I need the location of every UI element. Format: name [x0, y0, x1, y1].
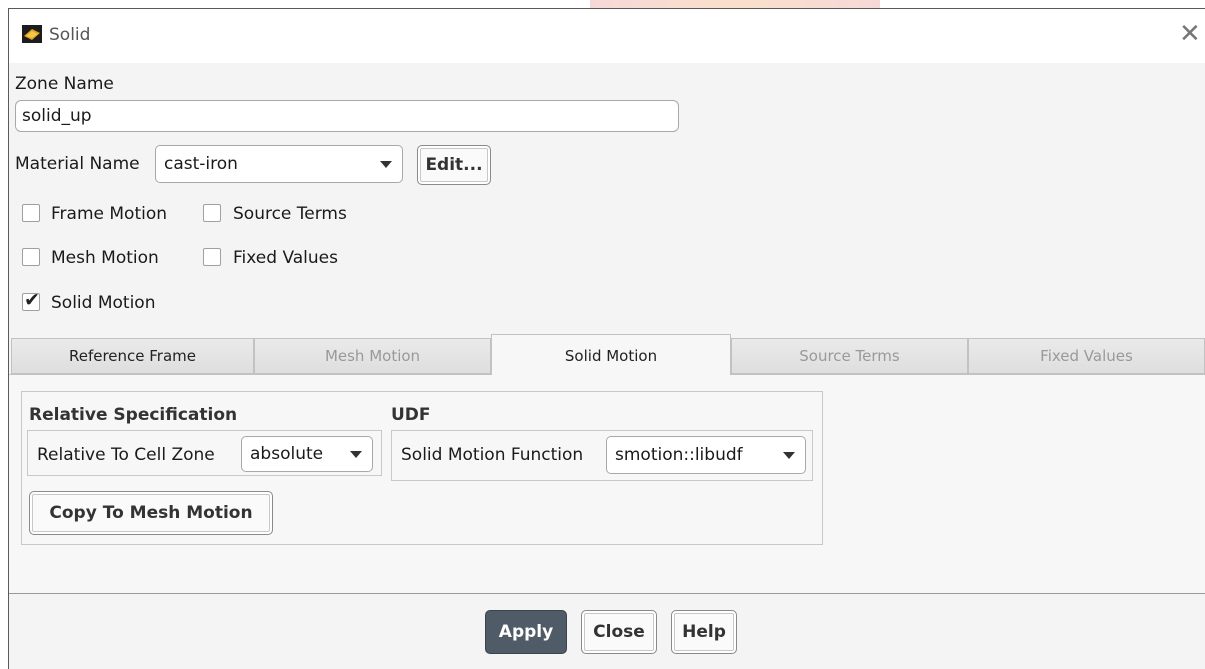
fixed-values-label: Fixed Values: [233, 248, 338, 268]
tab-mesh-motion[interactable]: Mesh Motion: [254, 338, 491, 374]
copy-to-mesh-motion-button[interactable]: Copy To Mesh Motion: [29, 491, 273, 535]
udf-title: UDF: [391, 405, 431, 425]
chevron-down-icon: [350, 451, 362, 458]
relative-to-cell-zone-dropdown[interactable]: absolute: [241, 436, 373, 472]
source-terms-checkbox[interactable]: [203, 204, 221, 222]
material-name-label: Material Name: [15, 154, 140, 174]
solid-motion-checkbox[interactable]: ✔: [22, 289, 40, 311]
solid-motion-panel: Relative Specification Relative To Cell …: [9, 375, 1205, 593]
solid-motion-function-value: smotion::libudf: [615, 445, 743, 465]
tab-source-terms[interactable]: Source Terms: [731, 338, 968, 374]
material-name-dropdown[interactable]: cast-iron: [155, 145, 403, 183]
chevron-down-icon: [783, 452, 795, 459]
frame-motion-checkbox[interactable]: [22, 204, 40, 222]
help-button[interactable]: Help: [671, 610, 737, 654]
tab-bar: Reference Frame Mesh Motion Solid Motion…: [9, 334, 1205, 376]
solid-motion-function-label: Solid Motion Function: [401, 445, 584, 465]
chevron-down-icon: [380, 161, 392, 168]
footer-separator: [9, 593, 1205, 594]
solid-motion-label: Solid Motion: [51, 293, 156, 313]
apply-button[interactable]: Apply: [485, 610, 567, 654]
solid-dialog: Solid ✕ Zone Name solid_up Material Name…: [8, 8, 1205, 669]
fixed-values-checkbox[interactable]: [203, 248, 221, 266]
solid-motion-function-dropdown[interactable]: smotion::libudf: [606, 436, 806, 474]
zone-name-label: Zone Name: [15, 74, 114, 94]
mesh-motion-checkbox[interactable]: [22, 248, 40, 266]
zone-name-input[interactable]: solid_up: [15, 100, 679, 132]
close-button[interactable]: Close: [581, 610, 657, 654]
checkmark-icon: ✔: [24, 289, 40, 311]
tab-solid-motion[interactable]: Solid Motion: [491, 334, 731, 376]
source-terms-label: Source Terms: [233, 204, 347, 224]
tab-fixed-values[interactable]: Fixed Values: [968, 338, 1205, 374]
frame-motion-label: Frame Motion: [51, 204, 168, 224]
tab-reference-frame[interactable]: Reference Frame: [11, 338, 254, 374]
fluent-app-icon: [22, 25, 42, 43]
relative-to-cell-zone-label: Relative To Cell Zone: [37, 445, 215, 465]
window-title: Solid: [49, 25, 91, 45]
edit-material-button[interactable]: Edit...: [417, 145, 491, 185]
material-name-value: cast-iron: [164, 154, 238, 174]
mesh-motion-label: Mesh Motion: [51, 248, 159, 268]
relative-to-cell-zone-value: absolute: [250, 444, 324, 464]
title-bar: Solid ✕: [9, 9, 1205, 63]
relative-specification-title: Relative Specification: [29, 405, 238, 425]
close-icon[interactable]: ✕: [1179, 19, 1201, 49]
